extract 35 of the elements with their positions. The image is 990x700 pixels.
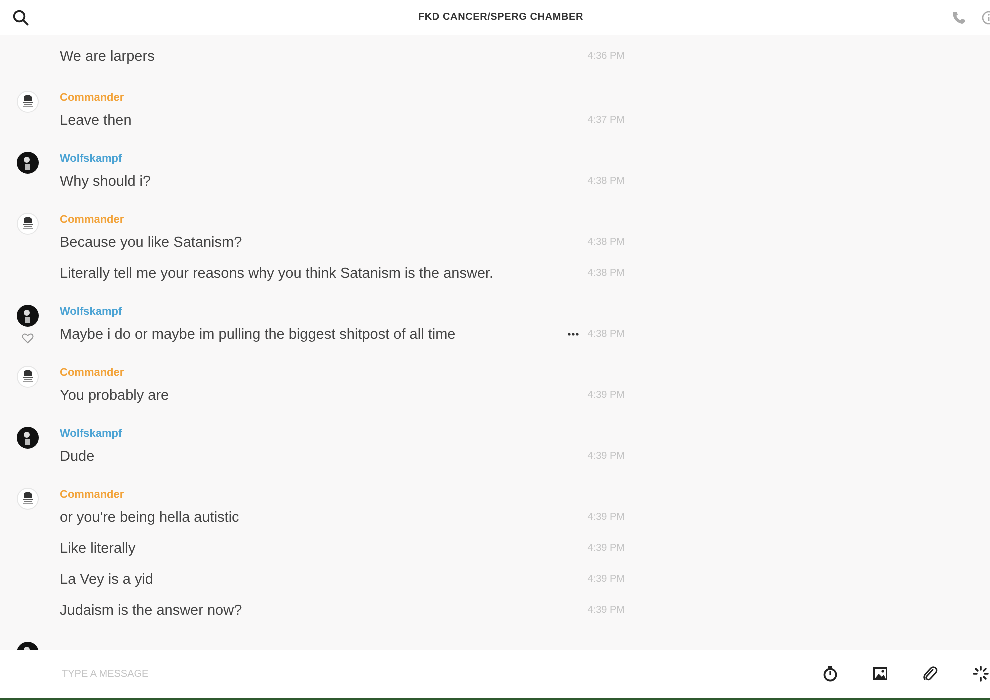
message-text: Why should i? [60, 174, 152, 190]
avatar[interactable] [17, 366, 39, 388]
message-text: Because you like Satanism? [60, 234, 242, 250]
author-name[interactable]: Commander [60, 91, 625, 105]
message-text: Literally tell me your reasons why you think Satanism is the answer. [60, 266, 494, 282]
timer-icon[interactable] [823, 666, 838, 682]
message-text: Leave then [60, 112, 132, 128]
message-text: Judaism is the answer now? [60, 602, 242, 618]
avatar[interactable] [17, 152, 39, 174]
author-name[interactable]: Commander [60, 366, 625, 380]
author-name[interactable]: Wolfskampf [60, 152, 625, 166]
image-icon[interactable] [873, 667, 888, 681]
message-input[interactable]: TYPE A MESSAGE [60, 668, 464, 680]
heart-icon[interactable] [22, 333, 34, 344]
avatar[interactable] [17, 305, 39, 327]
author-name[interactable]: Commander [60, 488, 625, 502]
author-name[interactable]: Wolfskampf [60, 305, 625, 319]
message-text: Maybe i do or maybe im pulling the biggest shitpost of all time [60, 326, 456, 342]
paperclip-icon[interactable] [923, 666, 938, 682]
more-icon[interactable] [568, 333, 579, 336]
avatar[interactable] [17, 213, 39, 235]
message-text: Like literally [60, 540, 136, 556]
message-text: La Vey is a yid [60, 572, 154, 588]
author-name[interactable]: Commander [60, 213, 625, 227]
message-text: or you're being hella autistic [60, 510, 240, 526]
avatar[interactable] [17, 488, 39, 510]
search-icon[interactable] [13, 10, 29, 26]
message-text: You probably are [60, 388, 170, 404]
author-name[interactable]: Wolfskampf [60, 427, 625, 441]
message-text: Dude [60, 448, 95, 464]
avatar[interactable] [17, 91, 39, 113]
avatar[interactable] [17, 427, 39, 449]
sparkle-icon[interactable] [973, 666, 989, 682]
chat-title: FKD CANCER/SPERG CHAMBER [418, 12, 584, 23]
message-text: We are larpers [60, 48, 155, 64]
